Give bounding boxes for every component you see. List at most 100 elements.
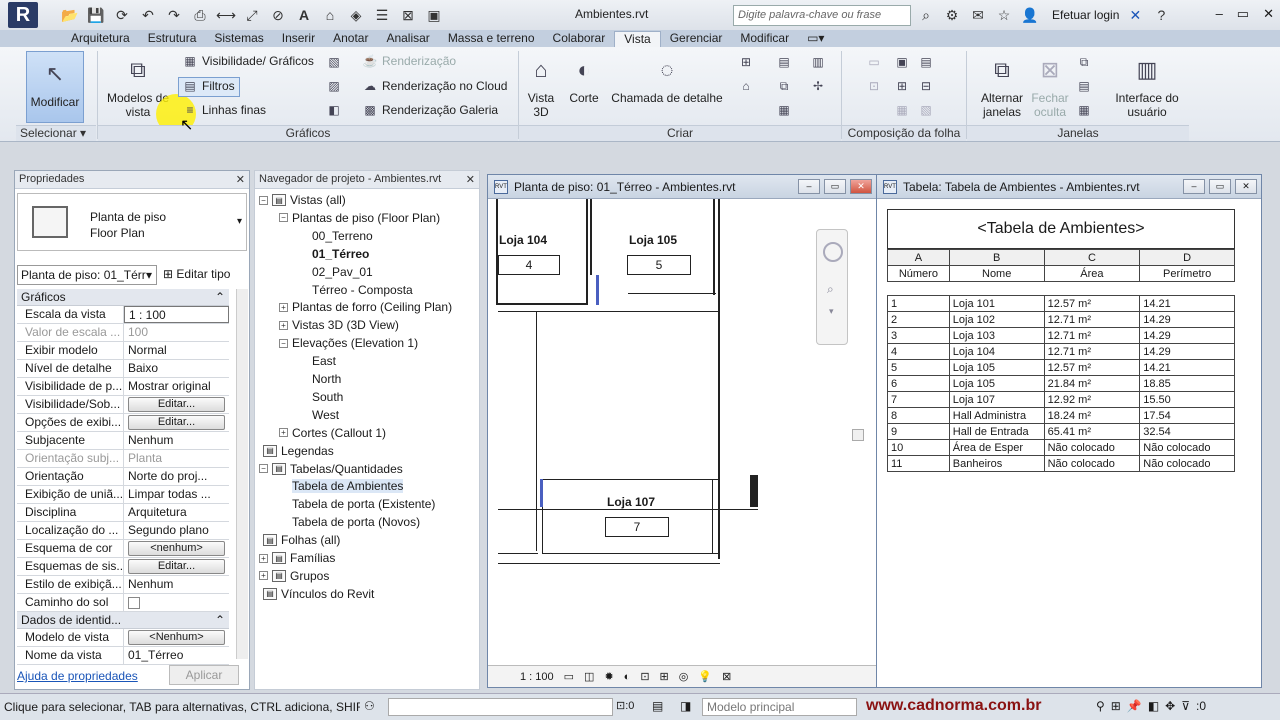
select-pinned-icon[interactable]: 📌	[1127, 699, 1142, 713]
select-links-icon[interactable]: ⚲	[1096, 699, 1105, 713]
property-value[interactable]: <Nenhum>	[124, 629, 229, 646]
property-value[interactable]: Norte do proj...	[124, 468, 229, 485]
table-cell[interactable]: Não colocado	[1043, 439, 1141, 456]
table-cell[interactable]: 18.24 m²	[1043, 407, 1141, 424]
close-icon[interactable]: ✕	[466, 173, 475, 186]
table-cell[interactable]: 18.85	[1139, 375, 1235, 392]
tab-estrutura[interactable]: Estrutura	[139, 31, 206, 47]
tree-item[interactable]: West	[312, 408, 339, 422]
table-cell[interactable]: Hall Administra	[948, 407, 1045, 424]
table-cell[interactable]: Hall de Entrada	[948, 423, 1045, 440]
property-value[interactable]: Segundo plano	[124, 522, 229, 539]
table-cell[interactable]: Loja 107	[948, 391, 1045, 408]
collapse-icon[interactable]: −	[259, 464, 268, 473]
guide-grid-icon[interactable]: ⊞	[894, 78, 910, 94]
temporary-hide-icon[interactable]: ◎	[679, 670, 689, 683]
navigation-bar[interactable]: ⌕ ▾	[816, 229, 848, 345]
cascade-icon[interactable]: ▤	[1076, 78, 1092, 94]
table-cell[interactable]: C	[1043, 249, 1141, 266]
view-ref-icon[interactable]: ▦	[894, 102, 910, 118]
tree-item[interactable]: ▤ Folhas (all)	[263, 533, 340, 547]
table-row[interactable]: 7 Loja 107 12.92 m² 15.50	[887, 391, 1235, 408]
table-row[interactable]: 5 Loja 105 12.57 m² 14.21	[887, 359, 1235, 376]
section-icon[interactable]: ◈	[346, 5, 366, 25]
table-cell[interactable]: 14.29	[1139, 311, 1235, 328]
table-cell[interactable]: 12.92 m²	[1043, 391, 1141, 408]
table-cell[interactable]	[1044, 281, 1140, 296]
user-icon[interactable]: 👤	[1020, 5, 1040, 25]
tree-item[interactable]: 01_Térreo	[312, 247, 369, 261]
table-cell[interactable]: Loja 102	[948, 311, 1045, 328]
switch-windows-icon[interactable]: ▣	[424, 5, 444, 25]
table-row[interactable]: 4 Loja 104 12.71 m² 14.29	[887, 343, 1235, 360]
table-cell[interactable]: Perímetro	[1139, 265, 1235, 282]
property-value[interactable]: Normal	[124, 342, 229, 359]
filter-icon[interactable]: ⊽	[1181, 699, 1190, 713]
expand-icon[interactable]: +	[279, 320, 288, 330]
properties-scrollbar[interactable]	[236, 289, 248, 659]
table-cell[interactable]: Loja 104	[948, 343, 1045, 360]
table-cell[interactable]: Não colocado	[1139, 439, 1235, 456]
property-value[interactable]: Nenhum	[124, 576, 229, 593]
zoom-icon[interactable]: ⌕	[827, 282, 834, 297]
tree-item[interactable]: Térreo - Composta	[312, 283, 413, 297]
tab-anotar[interactable]: Anotar	[324, 31, 377, 47]
tree-item[interactable]: − ▤ Tabelas/Quantidades	[259, 462, 403, 476]
table-cell[interactable]: 2	[887, 311, 950, 328]
plan-views-icon[interactable]: ⊞	[738, 54, 754, 70]
edit-options-icon[interactable]: ◨	[680, 699, 691, 713]
show-crop-icon[interactable]: ⊞	[660, 670, 669, 683]
table-cell[interactable]: 3	[887, 327, 950, 344]
tab-inserir[interactable]: Inserir	[273, 31, 324, 47]
property-value[interactable]: 1 : 100	[124, 306, 229, 323]
subscription-icon[interactable]: ⚙	[942, 5, 962, 25]
render-cloud-button[interactable]: ☁ Renderização no Cloud	[362, 76, 507, 96]
property-edit-button[interactable]: Editar...	[128, 415, 225, 430]
tab-vista[interactable]: Vista	[614, 31, 661, 47]
table-cell[interactable]: Área de Esper	[948, 439, 1045, 456]
table-cell[interactable]: Loja 103	[948, 327, 1045, 344]
table-cell[interactable]: 12.71 m²	[1043, 327, 1141, 344]
table-cell[interactable]: 14.29	[1139, 343, 1235, 360]
property-value[interactable]: Nenhum	[124, 432, 229, 449]
tree-item[interactable]: 02_Pav_01	[312, 265, 373, 279]
revisions-icon[interactable]: ▤	[918, 54, 934, 70]
analytical-model-icon[interactable]: ⊠	[722, 670, 731, 683]
property-value[interactable]	[124, 594, 229, 611]
section-button[interactable]: ◐ Corte	[564, 53, 604, 105]
tree-item[interactable]: South	[312, 390, 343, 404]
table-cell[interactable]: Não colocado	[1139, 455, 1235, 472]
render-button[interactable]: ☕ Renderização	[362, 51, 457, 71]
expand-icon[interactable]: +	[259, 571, 268, 581]
close-icon[interactable]: ✕	[236, 173, 245, 186]
tree-item[interactable]: + Vistas 3D (3D View)	[279, 318, 399, 332]
print-icon[interactable]: ⎙	[190, 5, 210, 25]
tree-item[interactable]: Tabela de Ambientes	[292, 479, 404, 494]
room-tag[interactable]: 5	[627, 255, 691, 275]
tab-arquitetura[interactable]: Arquitetura	[62, 31, 139, 47]
legends-icon[interactable]: ▦	[776, 102, 792, 118]
table-cell[interactable]: B	[948, 249, 1045, 266]
property-edit-button[interactable]: <Nenhum>	[128, 630, 225, 645]
table-cell[interactable]: 6	[887, 375, 950, 392]
tree-item[interactable]: Tabela de porta (Novos)	[292, 515, 420, 529]
select-underlay-icon[interactable]: ⊞	[1111, 699, 1121, 713]
scope-box-icon[interactable]: ✢	[810, 78, 826, 94]
callout-button[interactable]: ◌ Chamada de detalhe	[608, 53, 726, 105]
tab-analisar[interactable]: Analisar	[377, 31, 438, 47]
table-cell[interactable]: Loja 101	[948, 295, 1045, 312]
thin-lines-icon[interactable]: ☰	[372, 5, 392, 25]
table-row[interactable]: 6 Loja 105 21.84 m² 18.85	[887, 375, 1235, 392]
instance-selector[interactable]: Planta de piso: 01_Térr ▾	[17, 265, 157, 285]
restore-icon[interactable]: ▭	[1209, 179, 1231, 194]
filters-button[interactable]: ▤ Filtros	[182, 76, 234, 96]
property-value[interactable]: Mostrar original	[124, 378, 229, 395]
table-cell[interactable]: 21.84 m²	[1043, 375, 1141, 392]
table-row[interactable]: 1 Loja 101 12.57 m² 14.21	[887, 295, 1235, 312]
workset-field[interactable]	[388, 698, 613, 716]
property-value[interactable]: Editar...	[124, 414, 229, 431]
tree-item[interactable]: + ▤ Famílias	[259, 551, 335, 565]
sun-path-icon[interactable]: ✹	[604, 670, 613, 683]
tree-item[interactable]: − Plantas de piso (Floor Plan)	[279, 211, 440, 225]
viewports-icon[interactable]: ▧	[918, 102, 934, 118]
